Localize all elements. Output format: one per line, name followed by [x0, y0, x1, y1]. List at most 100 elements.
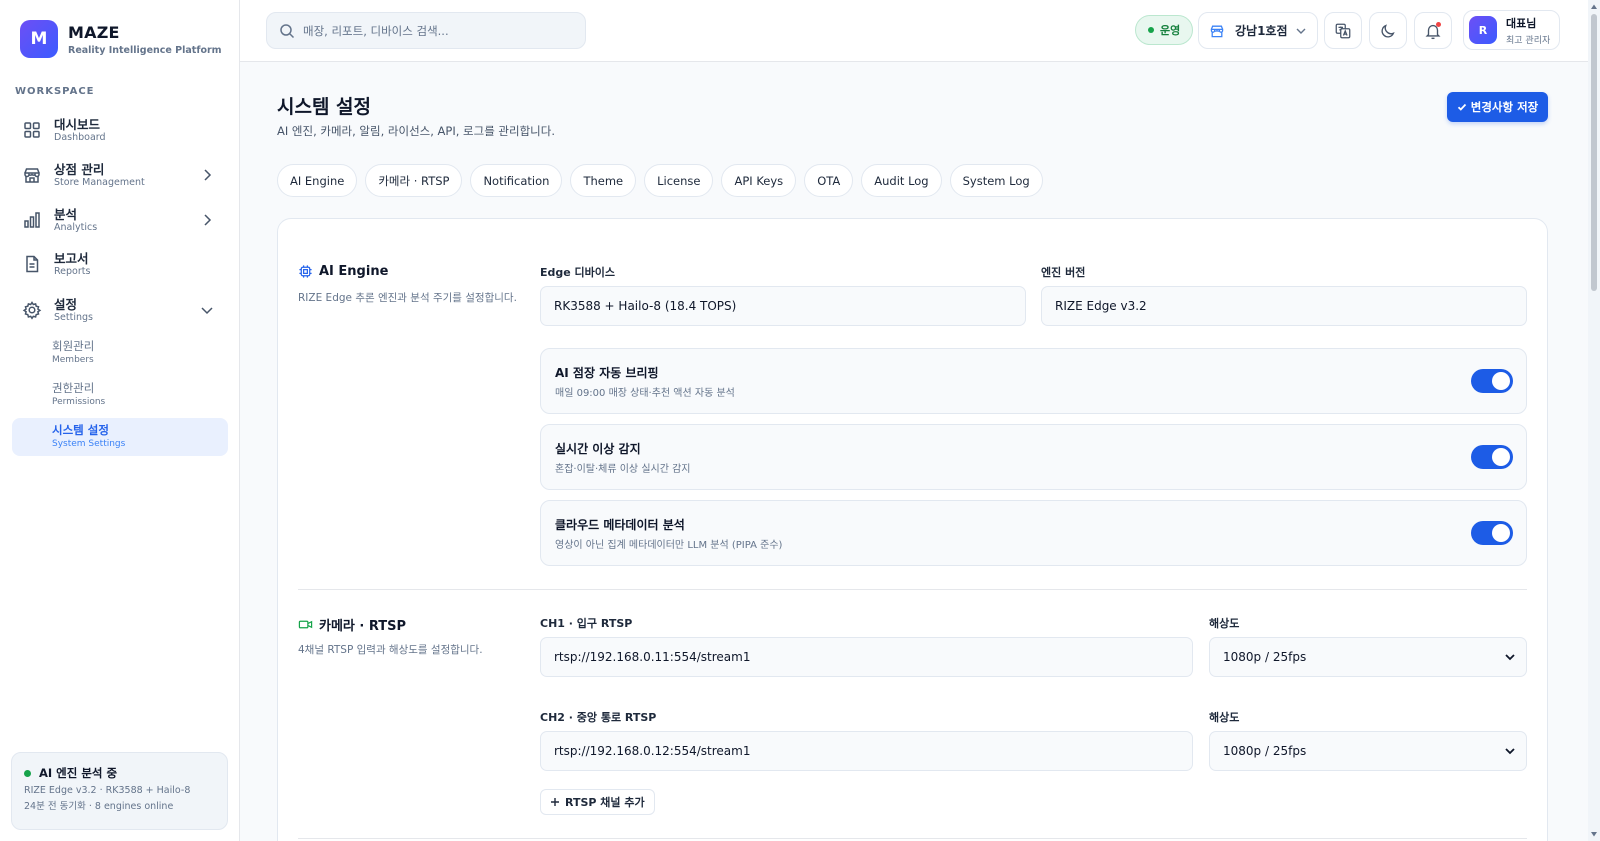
page-description: AI 엔진, 카메라, 알림, 라이선스, API, 로그를 관리합니다.	[277, 124, 555, 138]
status-dot	[1148, 27, 1154, 33]
section-divider	[298, 589, 1527, 590]
sidebar-item-dashboard[interactable]: 대시보드 Dashboard	[12, 110, 228, 150]
ch1-resolution-label: 해상도	[1209, 617, 1240, 630]
settings-tabs: AI Engine 카메라 · RTSP Notification Theme …	[277, 164, 1051, 197]
ch1-label: CH1 · 입구 RTSP	[540, 617, 633, 630]
sidebar-item-label: 분석	[54, 206, 78, 222]
engine-version-field[interactable]: RIZE Edge v3.2	[1041, 286, 1527, 326]
store-selector[interactable]: 강남1호점	[1198, 12, 1318, 49]
grid-icon	[24, 122, 40, 138]
save-changes-button[interactable]: 변경사항 저장	[1447, 92, 1548, 122]
scrollbar[interactable]	[1588, 0, 1600, 841]
translate-button[interactable]	[1324, 12, 1362, 49]
tab-ai-engine[interactable]: AI Engine	[277, 164, 358, 197]
camera-icon	[298, 620, 313, 629]
toggle-title: 클라우드 메타데이터 분석	[555, 518, 685, 532]
sidebar-subitem-sublabel: Permissions	[52, 397, 106, 407]
section-title-camera: 카메라 · RTSP	[298, 615, 406, 634]
brand[interactable]: M MAZE Reality Intelligence Platform	[20, 20, 222, 58]
section-label-workspace: WORKSPACE	[15, 86, 95, 97]
tab-api-keys[interactable]: API Keys	[721, 164, 797, 197]
engine-version-label: 엔진 버전	[1041, 266, 1086, 279]
store-icon	[24, 168, 40, 183]
user-menu[interactable]: R 대표님 최고 관리자	[1463, 10, 1560, 50]
status-dot	[24, 769, 31, 777]
sidebar-item-sublabel: Reports	[54, 265, 91, 277]
ch2-label: CH2 · 중앙 통로 RTSP	[540, 711, 657, 724]
tab-theme[interactable]: Theme	[570, 164, 637, 197]
brand-subtitle: Reality Intelligence Platform	[68, 44, 222, 56]
ch2-resolution-select[interactable]: 1080p / 25fps	[1209, 731, 1527, 771]
save-changes-label: 변경사항 저장	[1470, 100, 1539, 114]
sidebar-item-reports[interactable]: 보고서 Reports	[12, 244, 228, 284]
sidebar-item-sublabel: Dashboard	[54, 131, 106, 143]
section-title-label: AI Engine	[319, 264, 389, 279]
add-rtsp-channel-button[interactable]: RTSP 채널 추가	[540, 789, 655, 815]
status-badge: 운영	[1135, 15, 1194, 45]
status-badge-label: 운영	[1160, 24, 1181, 37]
chevron-right-icon	[204, 169, 212, 181]
toggle-row-cloud-metadata: 클라우드 메타데이터 분석 영상이 아닌 집계 메타데이터만 LLM 분석 (P…	[540, 500, 1527, 566]
store-selector-label: 강남1호점	[1235, 24, 1288, 38]
section-title-label: 카메라 · RTSP	[319, 619, 407, 634]
engine-status-card: AI 엔진 분석 중 RIZE Edge v3.2 · RK3588 + Hai…	[11, 752, 228, 830]
brand-logo: M	[20, 20, 58, 58]
add-rtsp-channel-label: RTSP 채널 추가	[565, 796, 645, 809]
ch2-resolution-value: 1080p / 25fps	[1223, 744, 1307, 758]
engine-status-line: 24분 전 동기화 · 8 engines online	[24, 801, 174, 812]
search-icon	[280, 23, 295, 38]
sidebar: M MAZE Reality Intelligence Platform WOR…	[0, 0, 240, 841]
scrollbar-thumb[interactable]	[1591, 14, 1597, 291]
sidebar-subitem-sublabel: System Settings	[52, 439, 126, 449]
edge-device-field[interactable]: RK3588 + Hailo-8 (18.4 TOPS)	[540, 286, 1026, 326]
notifications-button[interactable]	[1414, 12, 1452, 49]
sidebar-item-analytics[interactable]: 분석 Analytics	[12, 200, 228, 240]
sidebar-subitem-members[interactable]: 회원관리 Members	[12, 334, 228, 372]
tab-system-log[interactable]: System Log	[949, 164, 1043, 197]
sidebar-item-label: 보고서	[54, 250, 89, 266]
engine-status-title: AI 엔진 분석 중	[39, 766, 118, 780]
toggle-title: AI 점장 자동 브리핑	[555, 366, 659, 380]
ch2-resolution-label: 해상도	[1209, 711, 1240, 724]
sidebar-subitem-label: 권한관리	[52, 381, 95, 395]
scroll-down-icon[interactable]	[1590, 830, 1598, 838]
toggle-knob	[1492, 524, 1510, 542]
cloud-metadata-toggle[interactable]	[1471, 521, 1513, 545]
scroll-up-icon[interactable]	[1590, 3, 1598, 11]
chevron-down-icon	[1296, 28, 1306, 34]
sidebar-subitem-permissions[interactable]: 권한관리 Permissions	[12, 376, 228, 414]
tab-ota[interactable]: OTA	[804, 164, 854, 197]
search-box[interactable]	[266, 12, 586, 49]
toggle-subtitle: 혼잡·이탈·체류 이상 실시간 감지	[555, 464, 691, 475]
toggle-title: 실시간 이상 감지	[555, 442, 641, 456]
sidebar-subitem-label: 시스템 설정	[52, 423, 109, 437]
tab-audit-log[interactable]: Audit Log	[861, 164, 942, 197]
chevron-down-icon	[201, 307, 213, 315]
toggle-subtitle: 매일 09:00 매장 상태·추천 액션 자동 분석	[555, 388, 735, 399]
toggle-row-ai-briefing: AI 점장 자동 브리핑 매일 09:00 매장 상태·추천 액션 자동 분석	[540, 348, 1527, 414]
sidebar-subitem-system-settings[interactable]: 시스템 설정 System Settings	[12, 418, 228, 456]
ch1-rtsp-input[interactable]: rtsp://192.168.0.11:554/stream1	[540, 637, 1193, 677]
theme-toggle-button[interactable]	[1369, 12, 1407, 49]
tab-camera-rtsp[interactable]: 카메라 · RTSP	[365, 164, 463, 197]
ch2-rtsp-input[interactable]: rtsp://192.168.0.12:554/stream1	[540, 731, 1193, 771]
store-icon	[1210, 25, 1224, 37]
sidebar-item-settings[interactable]: 설정 Settings	[12, 290, 228, 330]
bar-chart-icon	[24, 212, 40, 228]
sidebar-item-store-management[interactable]: 상점 관리 Store Management	[12, 155, 228, 195]
toggle-knob	[1492, 448, 1510, 466]
tab-notification[interactable]: Notification	[470, 164, 563, 197]
tab-license[interactable]: License	[644, 164, 714, 197]
anomaly-detection-toggle[interactable]	[1471, 445, 1513, 469]
ai-briefing-toggle[interactable]	[1471, 369, 1513, 393]
plus-icon	[551, 798, 559, 806]
check-icon	[1457, 103, 1466, 111]
toggle-knob	[1492, 372, 1510, 390]
ch1-resolution-select[interactable]: 1080p / 25fps	[1209, 637, 1527, 677]
chevron-down-icon	[1505, 748, 1515, 755]
section-divider	[298, 838, 1527, 839]
search-input[interactable]	[303, 23, 573, 38]
chip-icon	[299, 265, 312, 278]
edge-device-label: Edge 디바이스	[540, 266, 616, 279]
translate-icon	[1335, 23, 1351, 38]
